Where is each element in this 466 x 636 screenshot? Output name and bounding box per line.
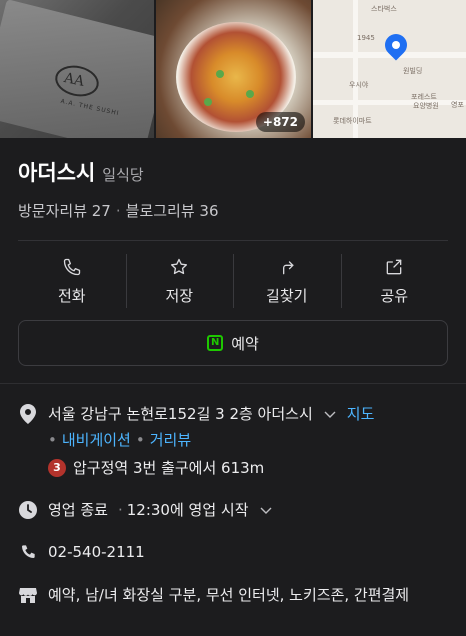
clock-icon [18, 500, 38, 520]
address-text: 서울 강남구 논현로152길 3 2층 아더스시 [48, 405, 313, 423]
map-label: 영포 [451, 101, 464, 109]
directions-label: 길찾기 [266, 286, 308, 305]
subway-row: 3 압구정역 3번 출구에서 613m [48, 457, 264, 478]
map-link[interactable]: 지도 [347, 403, 375, 424]
phone-number[interactable]: 02-540-2111 [48, 543, 145, 561]
map-road [313, 100, 466, 105]
divider [0, 383, 466, 384]
place-category: 일식당 [102, 166, 144, 184]
location-icon [18, 403, 38, 424]
reserve-button[interactable]: N 예약 [18, 320, 448, 366]
map-label: 스타벅스 [371, 5, 397, 13]
directions-icon [282, 260, 294, 274]
garnish [204, 98, 212, 106]
more-photos-badge[interactable]: +872 [255, 112, 305, 132]
call-label: 전화 [57, 286, 86, 305]
reserve-label: 예약 [231, 334, 259, 353]
share-label: 공유 [380, 286, 409, 305]
street-view-link[interactable]: 거리뷰 [150, 429, 191, 450]
subway-line-badge: 3 [48, 458, 66, 477]
hours-status: 영업 종료 [48, 501, 108, 519]
garnish [216, 70, 224, 78]
phone-icon [63, 258, 80, 275]
map-label: 원빌딩 [403, 67, 423, 75]
address-links: • 내비게이션 • 거리뷰 [48, 429, 191, 450]
amenities-text: 예약, 남/녀 화장실 구분, 무선 인터넷, 노키즈존, 간편결제 [48, 586, 410, 604]
separator-dot: • [48, 430, 57, 449]
separator-dot: · [117, 500, 123, 519]
garnish [246, 90, 254, 98]
call-button[interactable]: 전화 [18, 250, 126, 312]
star-icon [171, 258, 188, 274]
naver-booking-icon: N [207, 335, 224, 351]
phone-row[interactable]: 02-540-2111 [18, 542, 145, 562]
store-icon [18, 585, 38, 605]
map-label: 우시야 [349, 81, 369, 89]
chevron-down-icon[interactable] [323, 407, 337, 421]
map-label: 요양병원 [413, 102, 439, 110]
separator-dot: • [135, 430, 145, 449]
subway-text: 압구정역 3번 출구에서 613m [73, 459, 265, 477]
divider [18, 240, 448, 241]
photo-map[interactable]: 스타벅스 1945 원빌딩 우시야 포레스트 요양병원 영포 롯데하이마트 [313, 0, 466, 138]
review-counts: 방문자리뷰 27 · 블로그리뷰 36 [18, 200, 219, 221]
place-name: 아더스시 [18, 161, 96, 185]
separator-dot: · [115, 201, 121, 220]
hours-row[interactable]: 영업 종료 · 12:30에 영업 시작 [18, 499, 273, 520]
navigation-link[interactable]: 내비게이션 [62, 429, 131, 450]
share-button[interactable]: 공유 [340, 250, 449, 312]
phone-icon [18, 542, 38, 562]
map-label: 1945 [357, 34, 375, 42]
photo-menu-card[interactable]: AA A.A. THE SUSHI [0, 0, 154, 138]
amenities-row: 예약, 남/녀 화장실 구분, 무선 인터넷, 노키즈존, 간편결제 [18, 584, 409, 605]
share-icon [386, 259, 402, 274]
map-label: 롯데하이마트 [333, 117, 372, 125]
visitor-reviews-link[interactable]: 방문자리뷰 27 [18, 200, 111, 221]
address-row: 서울 강남구 논현로152길 3 2층 아더스시 지도 [18, 403, 374, 424]
hours-next: 12:30에 영업 시작 [126, 501, 249, 519]
save-button[interactable]: 저장 [125, 250, 234, 312]
photo-food[interactable]: +872 [156, 0, 311, 138]
directions-button[interactable]: 길찾기 [233, 250, 341, 312]
place-header: 아더스시 일식당 [18, 157, 144, 187]
save-label: 저장 [165, 286, 194, 305]
action-bar: 전화 저장 길찾기 공유 [18, 250, 448, 312]
chevron-down-icon[interactable] [259, 503, 273, 517]
pin-dot [392, 41, 400, 49]
photo-strip[interactable]: AA A.A. THE SUSHI +872 스타벅스 1945 원빌딩 우시야… [0, 0, 466, 138]
blog-reviews-link[interactable]: 블로그리뷰 36 [126, 200, 219, 221]
